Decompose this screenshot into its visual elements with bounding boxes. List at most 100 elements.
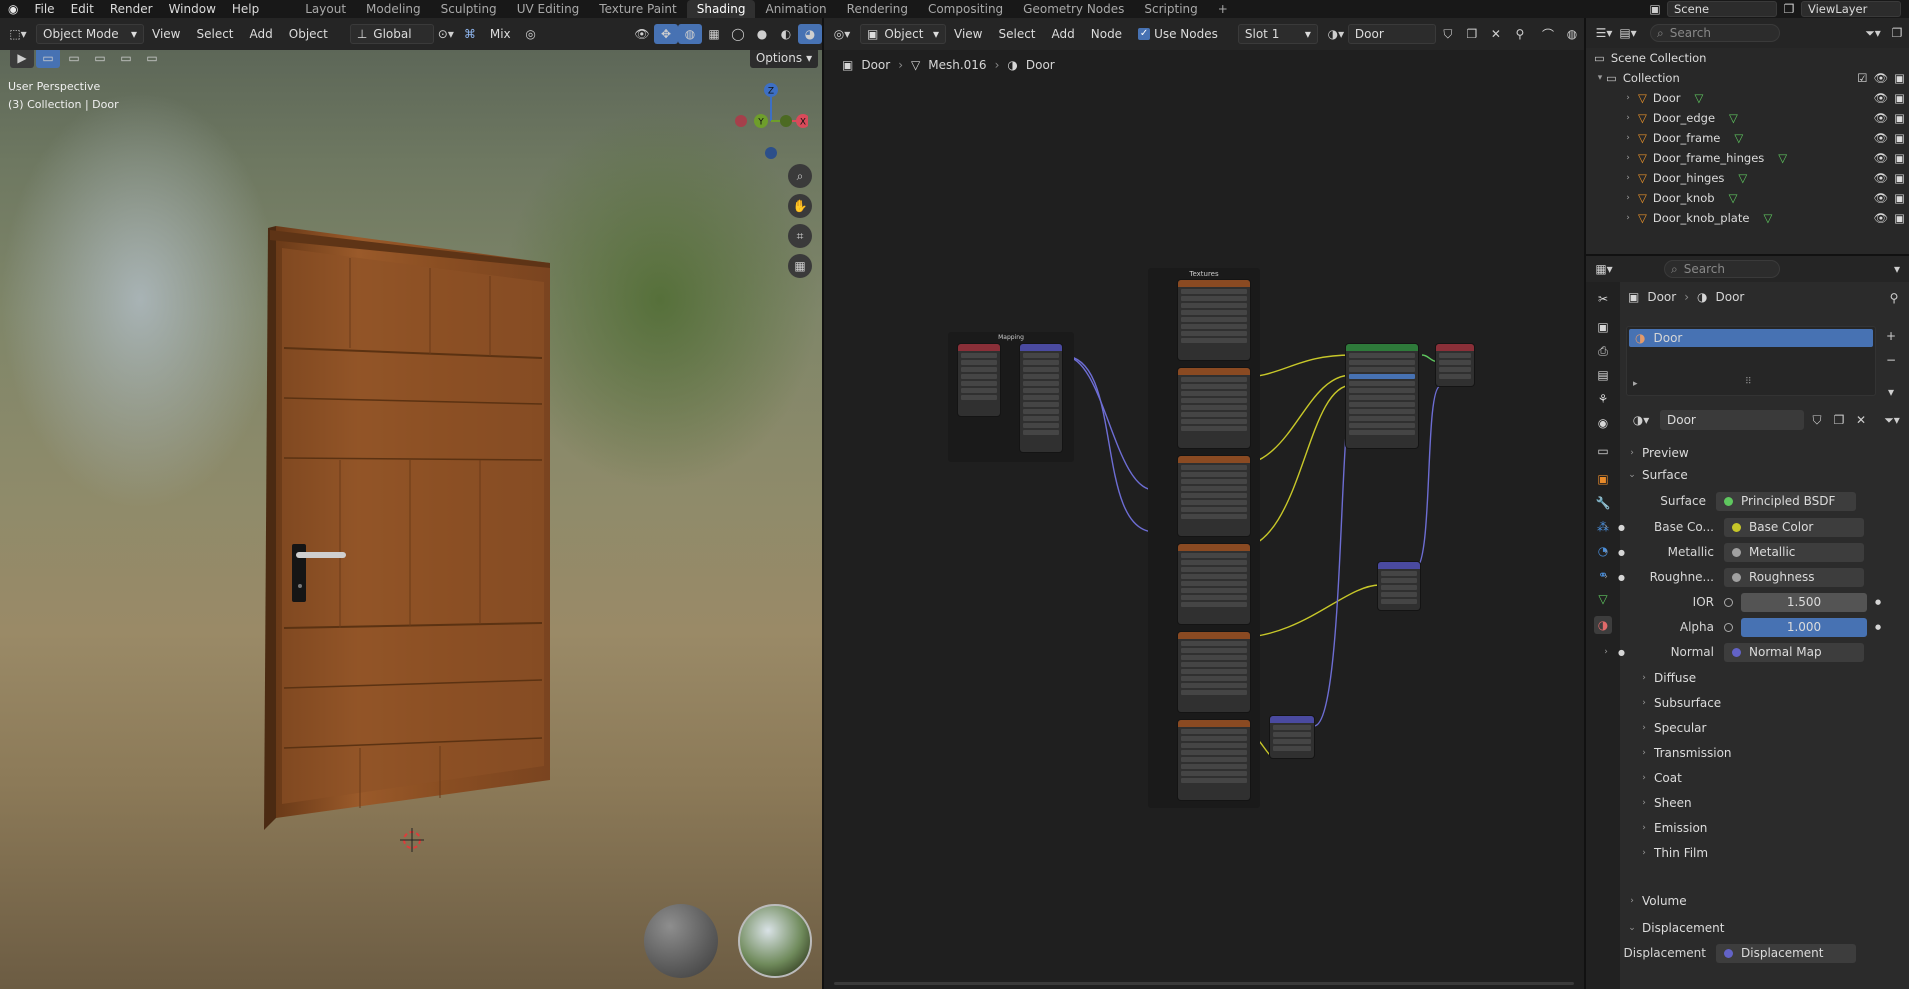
shading-wire-icon[interactable]: ◯ (726, 24, 750, 44)
pin-icon[interactable]: ⚲ (1508, 24, 1532, 44)
node-view-menu[interactable]: View (946, 24, 990, 44)
select-subtract-icon[interactable]: ▭ (88, 50, 112, 68)
view-layer-selector[interactable]: ViewLayer (1801, 1, 1901, 17)
duplicate-icon[interactable]: ❐ (1830, 410, 1848, 430)
properties-options-icon[interactable]: ▾ (1885, 259, 1909, 279)
outliner-search-input[interactable]: ⌕ Search (1650, 24, 1780, 42)
node-image-texture-metallic[interactable] (1178, 456, 1250, 536)
panel-displacement[interactable]: ⌄ Displacement (1626, 917, 1896, 939)
grid-view-icon[interactable]: ▦ (788, 254, 812, 278)
expand-icon[interactable]: › (1622, 173, 1634, 183)
snap-node-icon[interactable]: ⌒ (1536, 24, 1560, 44)
material-slot-list[interactable]: ◑ Door ▸ ⠿ (1626, 326, 1876, 396)
base-color-link-field[interactable]: Base Color (1724, 517, 1864, 537)
metallic-link-field[interactable]: Metallic (1724, 542, 1864, 562)
render-camera-icon[interactable]: ▣ (1894, 91, 1905, 105)
overlay-icon[interactable]: ◍ (678, 24, 702, 44)
duplicate-icon[interactable]: ❐ (1460, 24, 1484, 44)
outliner-object-row[interactable]: › ▽ Door_frame_hinges ▽ 👁 ▣ (1586, 148, 1909, 168)
outliner-object-row[interactable]: › ▽ Door_hinges ▽ 👁 ▣ (1586, 168, 1909, 188)
normal-link-field[interactable]: Normal Map (1724, 642, 1864, 662)
gizmo-icon[interactable]: ✥ (654, 24, 678, 44)
mode-dropdown[interactable]: Object Mode ▾ (36, 24, 144, 44)
pan-hand-icon[interactable]: ✋ (788, 194, 812, 218)
snap-icon[interactable]: ⌘ (458, 24, 482, 44)
select-box-icon[interactable]: ▭ (36, 50, 60, 68)
door-model[interactable] (260, 168, 560, 888)
scene-selector[interactable]: Scene (1667, 1, 1777, 17)
render-camera-icon[interactable]: ▣ (1894, 71, 1905, 85)
material-browse-icon[interactable]: ◑▾ (1626, 410, 1656, 430)
menu-render[interactable]: Render (102, 0, 161, 18)
material-slot-item[interactable]: ◑ Door (1629, 329, 1873, 347)
tool-tab-icon[interactable]: ✂ (1594, 290, 1612, 308)
material-name-field[interactable]: Door (1347, 24, 1436, 44)
tab-rendering[interactable]: Rendering (837, 0, 918, 18)
remove-slot-icon[interactable]: − (1882, 350, 1900, 370)
scene-tab-icon[interactable]: ⚘ (1594, 390, 1612, 408)
slot-menu-icon[interactable]: ▾ (1882, 382, 1900, 402)
expand-icon[interactable]: › (1622, 113, 1634, 123)
properties-editor-icon[interactable]: ▦▾ (1592, 259, 1616, 279)
render-camera-icon[interactable]: ▣ (1894, 191, 1905, 205)
render-camera-icon[interactable]: ▣ (1894, 131, 1905, 145)
node-image-texture-displacement[interactable] (1178, 632, 1250, 712)
node-texture-coordinate[interactable] (958, 344, 1000, 416)
node-editor[interactable]: ▣ Door › ▽ Mesh.016 › ◑ Door Mapping Tex… (824, 50, 1584, 989)
node-image-texture-ao[interactable] (1178, 280, 1250, 360)
render-camera-icon[interactable]: ▣ (1894, 151, 1905, 165)
subpanel-subsurface[interactable]: › Subsurface (1638, 692, 1908, 714)
collection-tab-icon[interactable]: ▭ (1594, 442, 1612, 460)
node-node-menu[interactable]: Node (1083, 24, 1130, 44)
eye-icon[interactable]: 👁 (1874, 71, 1889, 85)
subpanel-sheen[interactable]: › Sheen (1638, 792, 1908, 814)
slot-dropdown[interactable]: Slot 1 ▾ (1237, 24, 1318, 44)
keyframe-dot-icon[interactable]: ● (1875, 598, 1881, 606)
resize-handle-icon[interactable]: ⠿ (1745, 377, 1752, 387)
orientation-dropdown[interactable]: ⊥ Global (349, 24, 434, 44)
material-name-field[interactable]: Door (1660, 410, 1804, 430)
outliner-object-row[interactable]: › ▽ Door_edge ▽ 👁 ▣ (1586, 108, 1909, 128)
options-button[interactable]: Options ▾ (750, 50, 818, 68)
material-browse-icon[interactable]: ◑▾ (1324, 24, 1348, 44)
proportional-mix[interactable]: Mix (482, 24, 519, 44)
tab-sculpting[interactable]: Sculpting (431, 0, 507, 18)
displacement-link-field[interactable]: Displacement (1716, 943, 1856, 963)
unlink-icon[interactable]: ✕ (1852, 410, 1870, 430)
viewport-object-menu[interactable]: Object (281, 24, 336, 44)
menu-file[interactable]: File (26, 0, 62, 18)
node-select-menu[interactable]: Select (990, 24, 1043, 44)
node-principled-bsdf[interactable] (1346, 344, 1418, 448)
socket-float-icon[interactable] (1724, 597, 1733, 607)
tab-scripting[interactable]: Scripting (1134, 0, 1207, 18)
panel-surface[interactable]: ⌄ Surface (1626, 464, 1896, 486)
shading-solid-icon[interactable]: ● (750, 24, 774, 44)
tab-shading[interactable]: Shading (686, 0, 756, 18)
select-invert-icon[interactable]: ▭ (114, 50, 138, 68)
render-tab-icon[interactable]: ▣ (1594, 318, 1612, 336)
viewport-select-menu[interactable]: Select (188, 24, 241, 44)
node-mapping[interactable] (1020, 344, 1062, 452)
render-camera-icon[interactable]: ▣ (1894, 111, 1905, 125)
menu-edit[interactable]: Edit (63, 0, 102, 18)
menu-help[interactable]: Help (224, 0, 267, 18)
outliner-scene-collection[interactable]: ▭ Scene Collection (1586, 48, 1909, 68)
expand-icon[interactable]: › (1600, 572, 1612, 582)
outliner-editor-icon[interactable]: ☰▾ (1592, 23, 1616, 43)
node-normal-map[interactable] (1270, 716, 1314, 758)
3d-viewport[interactable]: ▶ ▭ ▭ ▭ ▭ ▭ Options ▾ User Perspective (3… (0, 50, 822, 989)
properties-search-input[interactable]: ⌕ Search (1664, 260, 1780, 278)
tab-animation[interactable]: Animation (755, 0, 836, 18)
outliner-collection[interactable]: ▾ ▭ Collection ☑ 👁 ▣ (1586, 68, 1909, 88)
camera-icon[interactable]: ⌗ (788, 224, 812, 248)
node-material-output[interactable] (1436, 344, 1474, 386)
eye-icon[interactable]: 👁 (1874, 151, 1889, 165)
tab-geometry-nodes[interactable]: Geometry Nodes (1013, 0, 1134, 18)
subpanel-specular[interactable]: › Specular (1638, 717, 1908, 739)
surface-shader-field[interactable]: Principled BSDF (1716, 491, 1856, 511)
expand-icon[interactable]: ▾ (1594, 73, 1606, 83)
eye-icon[interactable]: 👁 (1874, 171, 1889, 185)
filter-icon[interactable]: ⏷▾ (1861, 23, 1885, 43)
add-workspace-icon[interactable]: + (1208, 0, 1238, 18)
outliner-object-row[interactable]: › ▽ Door_knob_plate ▽ 👁 ▣ (1586, 208, 1909, 228)
